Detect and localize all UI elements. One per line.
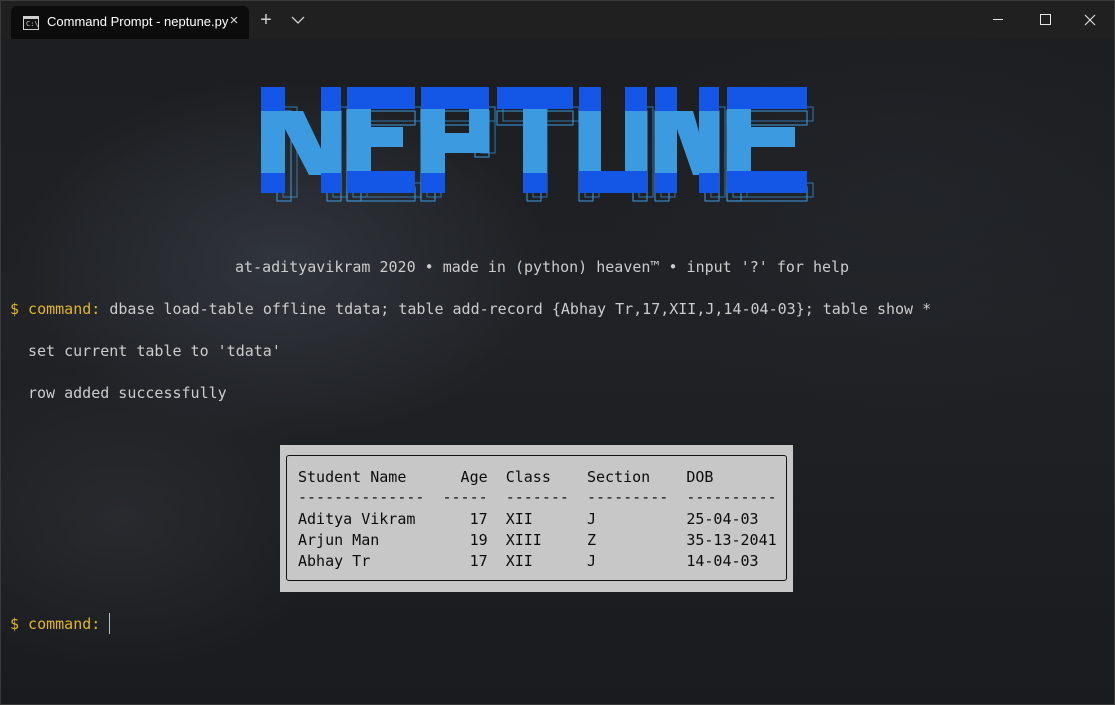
command-text: dbase load-table offline tdata; table ad… bbox=[100, 300, 932, 318]
close-icon bbox=[1084, 14, 1096, 26]
table-header: Student Name Age Class Section DOB bbox=[298, 468, 714, 486]
command-line: $ command: dbase load-table offline tdat… bbox=[10, 300, 931, 318]
close-tab-icon[interactable]: × bbox=[225, 12, 243, 30]
chevron-down-icon[interactable] bbox=[289, 11, 307, 29]
minimize-icon bbox=[993, 19, 1003, 20]
maximize-button[interactable] bbox=[1022, 1, 1068, 39]
command-prompt-icon: C:\ bbox=[23, 16, 39, 30]
output-line: set current table to 'tdata' bbox=[28, 342, 281, 360]
text-cursor[interactable] bbox=[109, 613, 110, 634]
table-row: Abhay Tr 17 XII J 14-04-03 bbox=[298, 552, 759, 570]
tab-command-prompt[interactable]: C:\ Command Prompt - neptune.py × bbox=[11, 6, 249, 39]
close-button[interactable] bbox=[1067, 1, 1113, 39]
minimize-button[interactable] bbox=[975, 1, 1021, 39]
output-line: row added successfully bbox=[28, 384, 227, 402]
terminal-window: C:\ Command Prompt - neptune.py × + at-a… bbox=[0, 0, 1115, 705]
prompt-label: $ command: bbox=[10, 300, 101, 318]
new-tab-icon[interactable]: + bbox=[257, 10, 275, 30]
table-row: Aditya Vikram 17 XII J 25-04-03 bbox=[298, 510, 759, 528]
tagline-text: at-adityavikram 2020 • made in (python) … bbox=[235, 258, 850, 276]
maximize-icon bbox=[1040, 14, 1051, 25]
tab-title: Command Prompt - neptune.py bbox=[47, 14, 229, 29]
neptune-logo bbox=[261, 87, 814, 202]
table-separator: -------------- ----- ------- --------- -… bbox=[298, 488, 777, 506]
table-row: Arjun Man 19 XIII Z 35-13-2041 bbox=[298, 531, 777, 549]
title-bar: C:\ Command Prompt - neptune.py × + bbox=[1, 1, 1114, 39]
prompt-label-2: $ command: bbox=[10, 615, 101, 633]
tab-icon-text: C:\ bbox=[26, 20, 39, 28]
